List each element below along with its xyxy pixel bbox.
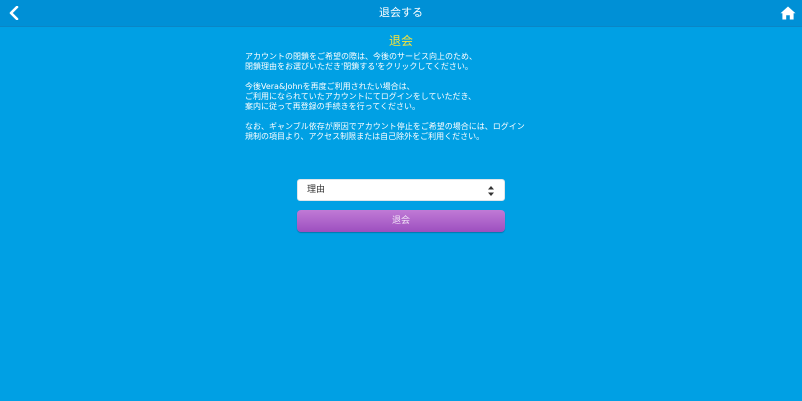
text-line: なお、ギャンブル依存が原因でアカウント停止をご希望の場合には、ログイン xyxy=(245,122,525,131)
text-line: ご利用になられていたアカウントにてログインをしていただき、 xyxy=(245,92,476,101)
paragraph-gambling-restriction: なお、ギャンブル依存が原因でアカウント停止をご希望の場合には、ログイン 規制の項… xyxy=(245,122,565,142)
text-line: アカウントの閉鎖をご希望の際は、今後のサービス向上のため、 xyxy=(245,52,477,61)
reason-select[interactable]: 理由 xyxy=(297,179,505,201)
withdraw-button[interactable]: 退会 xyxy=(297,210,505,232)
paragraph-reregister: 今後Vera&Johnを再度ご利用されたい場合は、 ご利用になられていたアカウン… xyxy=(245,82,565,112)
home-icon xyxy=(780,6,796,20)
section-title: 退会 xyxy=(388,34,413,48)
text-line: 案内に従って再登録の手続きを行ってください。 xyxy=(245,102,420,111)
top-bar: 退会する xyxy=(0,0,802,27)
reason-select-value: 理由 xyxy=(307,185,326,195)
select-arrows-icon xyxy=(488,186,494,196)
text-line: 規制の項目より、アクセス制限または自己除外をご利用ください。 xyxy=(245,132,485,141)
text-line: 閉鎖理由をお選びいただき'閉鎖する'をクリックしてください。 xyxy=(245,62,473,71)
home-button[interactable] xyxy=(778,3,798,23)
page-title: 退会する xyxy=(379,6,423,19)
paragraph-closure-reason: アカウントの閉鎖をご希望の際は、今後のサービス向上のため、 閉鎖理由をお選びいた… xyxy=(245,52,565,72)
text-line: 今後Vera&Johnを再度ご利用されたい場合は、 xyxy=(245,82,415,91)
withdrawal-info: 退会 アカウントの閉鎖をご希望の際は、今後のサービス向上のため、 閉鎖理由をお選… xyxy=(245,34,565,152)
